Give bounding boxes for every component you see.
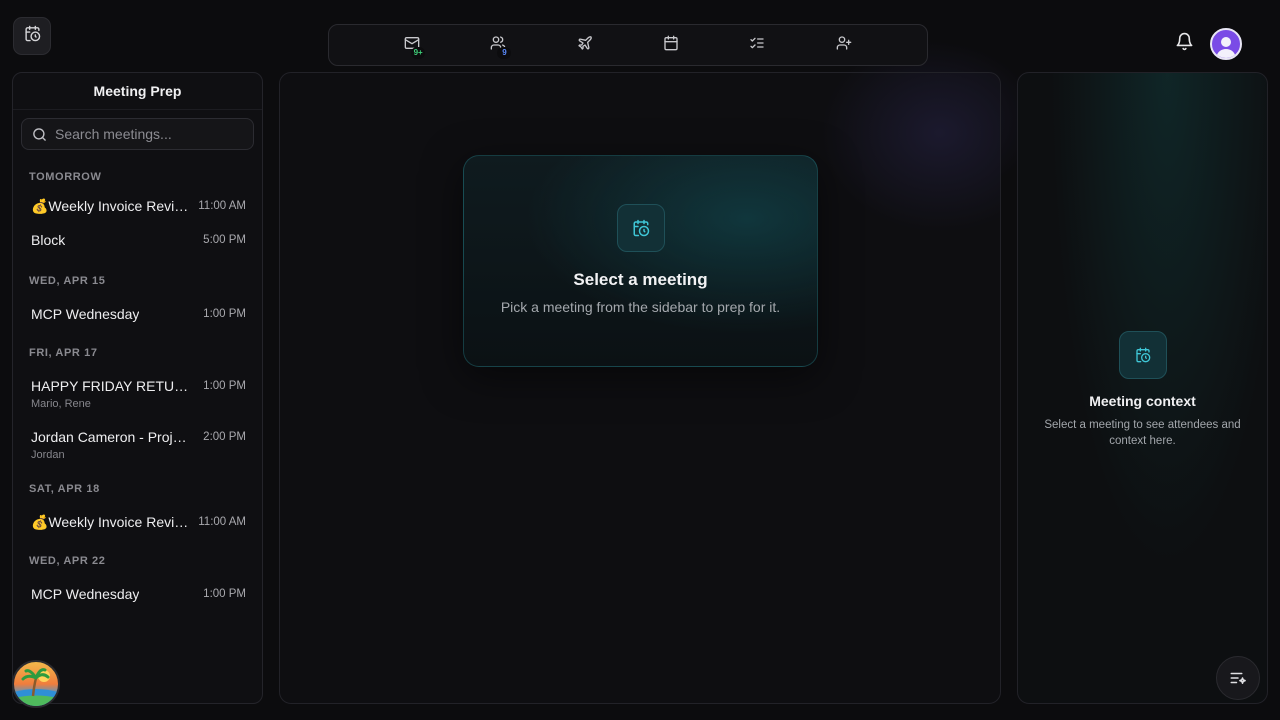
plane-icon <box>577 35 593 56</box>
empty-state-title: Select a meeting <box>573 270 708 289</box>
empty-state-subtitle: Pick a meeting from the sidebar to prep … <box>500 299 781 315</box>
calendar-clock-icon <box>616 204 665 252</box>
empty-state-card: Select a meeting Pick a meeting from the… <box>463 155 818 367</box>
context-subtitle: Select a meeting to see attendees and co… <box>1044 419 1241 447</box>
meeting-title: MCP Wednesday <box>31 306 140 322</box>
meeting-title: HAPPY FRIDAY RETURNS <box>31 378 191 394</box>
meeting-time: 11:00 AM <box>198 200 246 212</box>
meeting-item[interactable]: MCP Wednesday 1:00 PM <box>13 293 262 331</box>
meeting-item[interactable]: Jordan Cameron - Proje... 2:00 PM Jordan <box>13 416 262 467</box>
meeting-item[interactable]: Block 5:00 PM <box>13 223 262 257</box>
meeting-item[interactable]: 💰Weekly Invoice Revie... 11:00 AM <box>13 501 262 539</box>
nav-calendar[interactable] <box>659 33 683 57</box>
user-avatar[interactable] <box>1210 28 1242 60</box>
calendar-icon <box>663 35 679 56</box>
context-title: Meeting context <box>1089 393 1196 409</box>
meeting-title: Block <box>31 232 66 248</box>
calendar-clock-icon <box>24 25 41 47</box>
meeting-time: 1:00 PM <box>203 380 246 392</box>
bell-icon <box>1175 32 1194 56</box>
search-input[interactable] <box>55 126 243 142</box>
meeting-item[interactable]: HAPPY FRIDAY RETURNS 1:00 PM Mario, Rene <box>13 365 262 416</box>
nav-travel[interactable] <box>573 33 597 57</box>
sidebar-title: Meeting Prep <box>13 73 262 110</box>
meeting-title: Jordan Cameron - Proje... <box>31 429 191 445</box>
mail-badge: 9+ <box>411 47 426 59</box>
section-fri-apr-17: FRI, APR 17 <box>29 347 98 359</box>
section-sat-apr-18: SAT, APR 18 <box>29 483 100 495</box>
nav-add-contact[interactable] <box>832 33 856 57</box>
calendar-clock-icon <box>1118 331 1167 379</box>
list-sparkle-icon <box>1229 669 1247 687</box>
meeting-item[interactable]: 💰Weekly Invoice Revie... 11:00 AM <box>13 189 262 223</box>
palm-tree-icon <box>14 668 58 706</box>
checklist-icon <box>749 35 765 56</box>
panel-glow <box>820 73 1000 233</box>
meeting-time: 1:00 PM <box>203 308 246 320</box>
search-icon <box>32 127 47 142</box>
nav-tasks[interactable] <box>745 33 769 57</box>
section-tomorrow: TOMORROW <box>29 171 102 183</box>
section-wed-apr-15: WED, APR 15 <box>29 275 106 287</box>
meeting-time: 5:00 PM <box>203 234 246 246</box>
meeting-title: 💰Weekly Invoice Revie... <box>31 513 191 530</box>
notifications-button[interactable] <box>1172 32 1196 56</box>
meeting-title: MCP Wednesday <box>31 586 140 602</box>
meeting-attendees: Mario, Rene <box>31 398 91 410</box>
section-wed-apr-22: WED, APR 22 <box>29 555 106 567</box>
main-panel: Select a meeting Pick a meeting from the… <box>279 72 1001 704</box>
meeting-time: 1:00 PM <box>203 588 246 600</box>
app-menu-button[interactable] <box>13 17 51 55</box>
nav-mail[interactable]: 9+ <box>400 33 426 59</box>
meeting-context-panel: Meeting context Select a meeting to see … <box>1017 72 1268 704</box>
top-navigation: 9+ 9 <box>328 24 928 66</box>
nav-contacts[interactable]: 9 <box>486 33 512 59</box>
meeting-title: 💰Weekly Invoice Revie... <box>31 197 191 214</box>
meeting-time: 2:00 PM <box>203 431 246 443</box>
ai-assistant-button[interactable] <box>1216 656 1260 700</box>
search-box <box>21 118 254 150</box>
contacts-badge: 9 <box>497 47 512 59</box>
meeting-attendees: Jordan <box>31 449 65 461</box>
user-plus-icon <box>836 35 852 56</box>
workspace-avatar[interactable] <box>12 660 60 708</box>
user-silhouette-icon <box>1216 37 1236 58</box>
meeting-time: 11:00 AM <box>198 516 246 528</box>
meeting-prep-sidebar: Meeting Prep TOMORROW 💰Weekly Invoice Re… <box>12 72 263 704</box>
meeting-item[interactable]: MCP Wednesday 1:00 PM <box>13 573 262 611</box>
